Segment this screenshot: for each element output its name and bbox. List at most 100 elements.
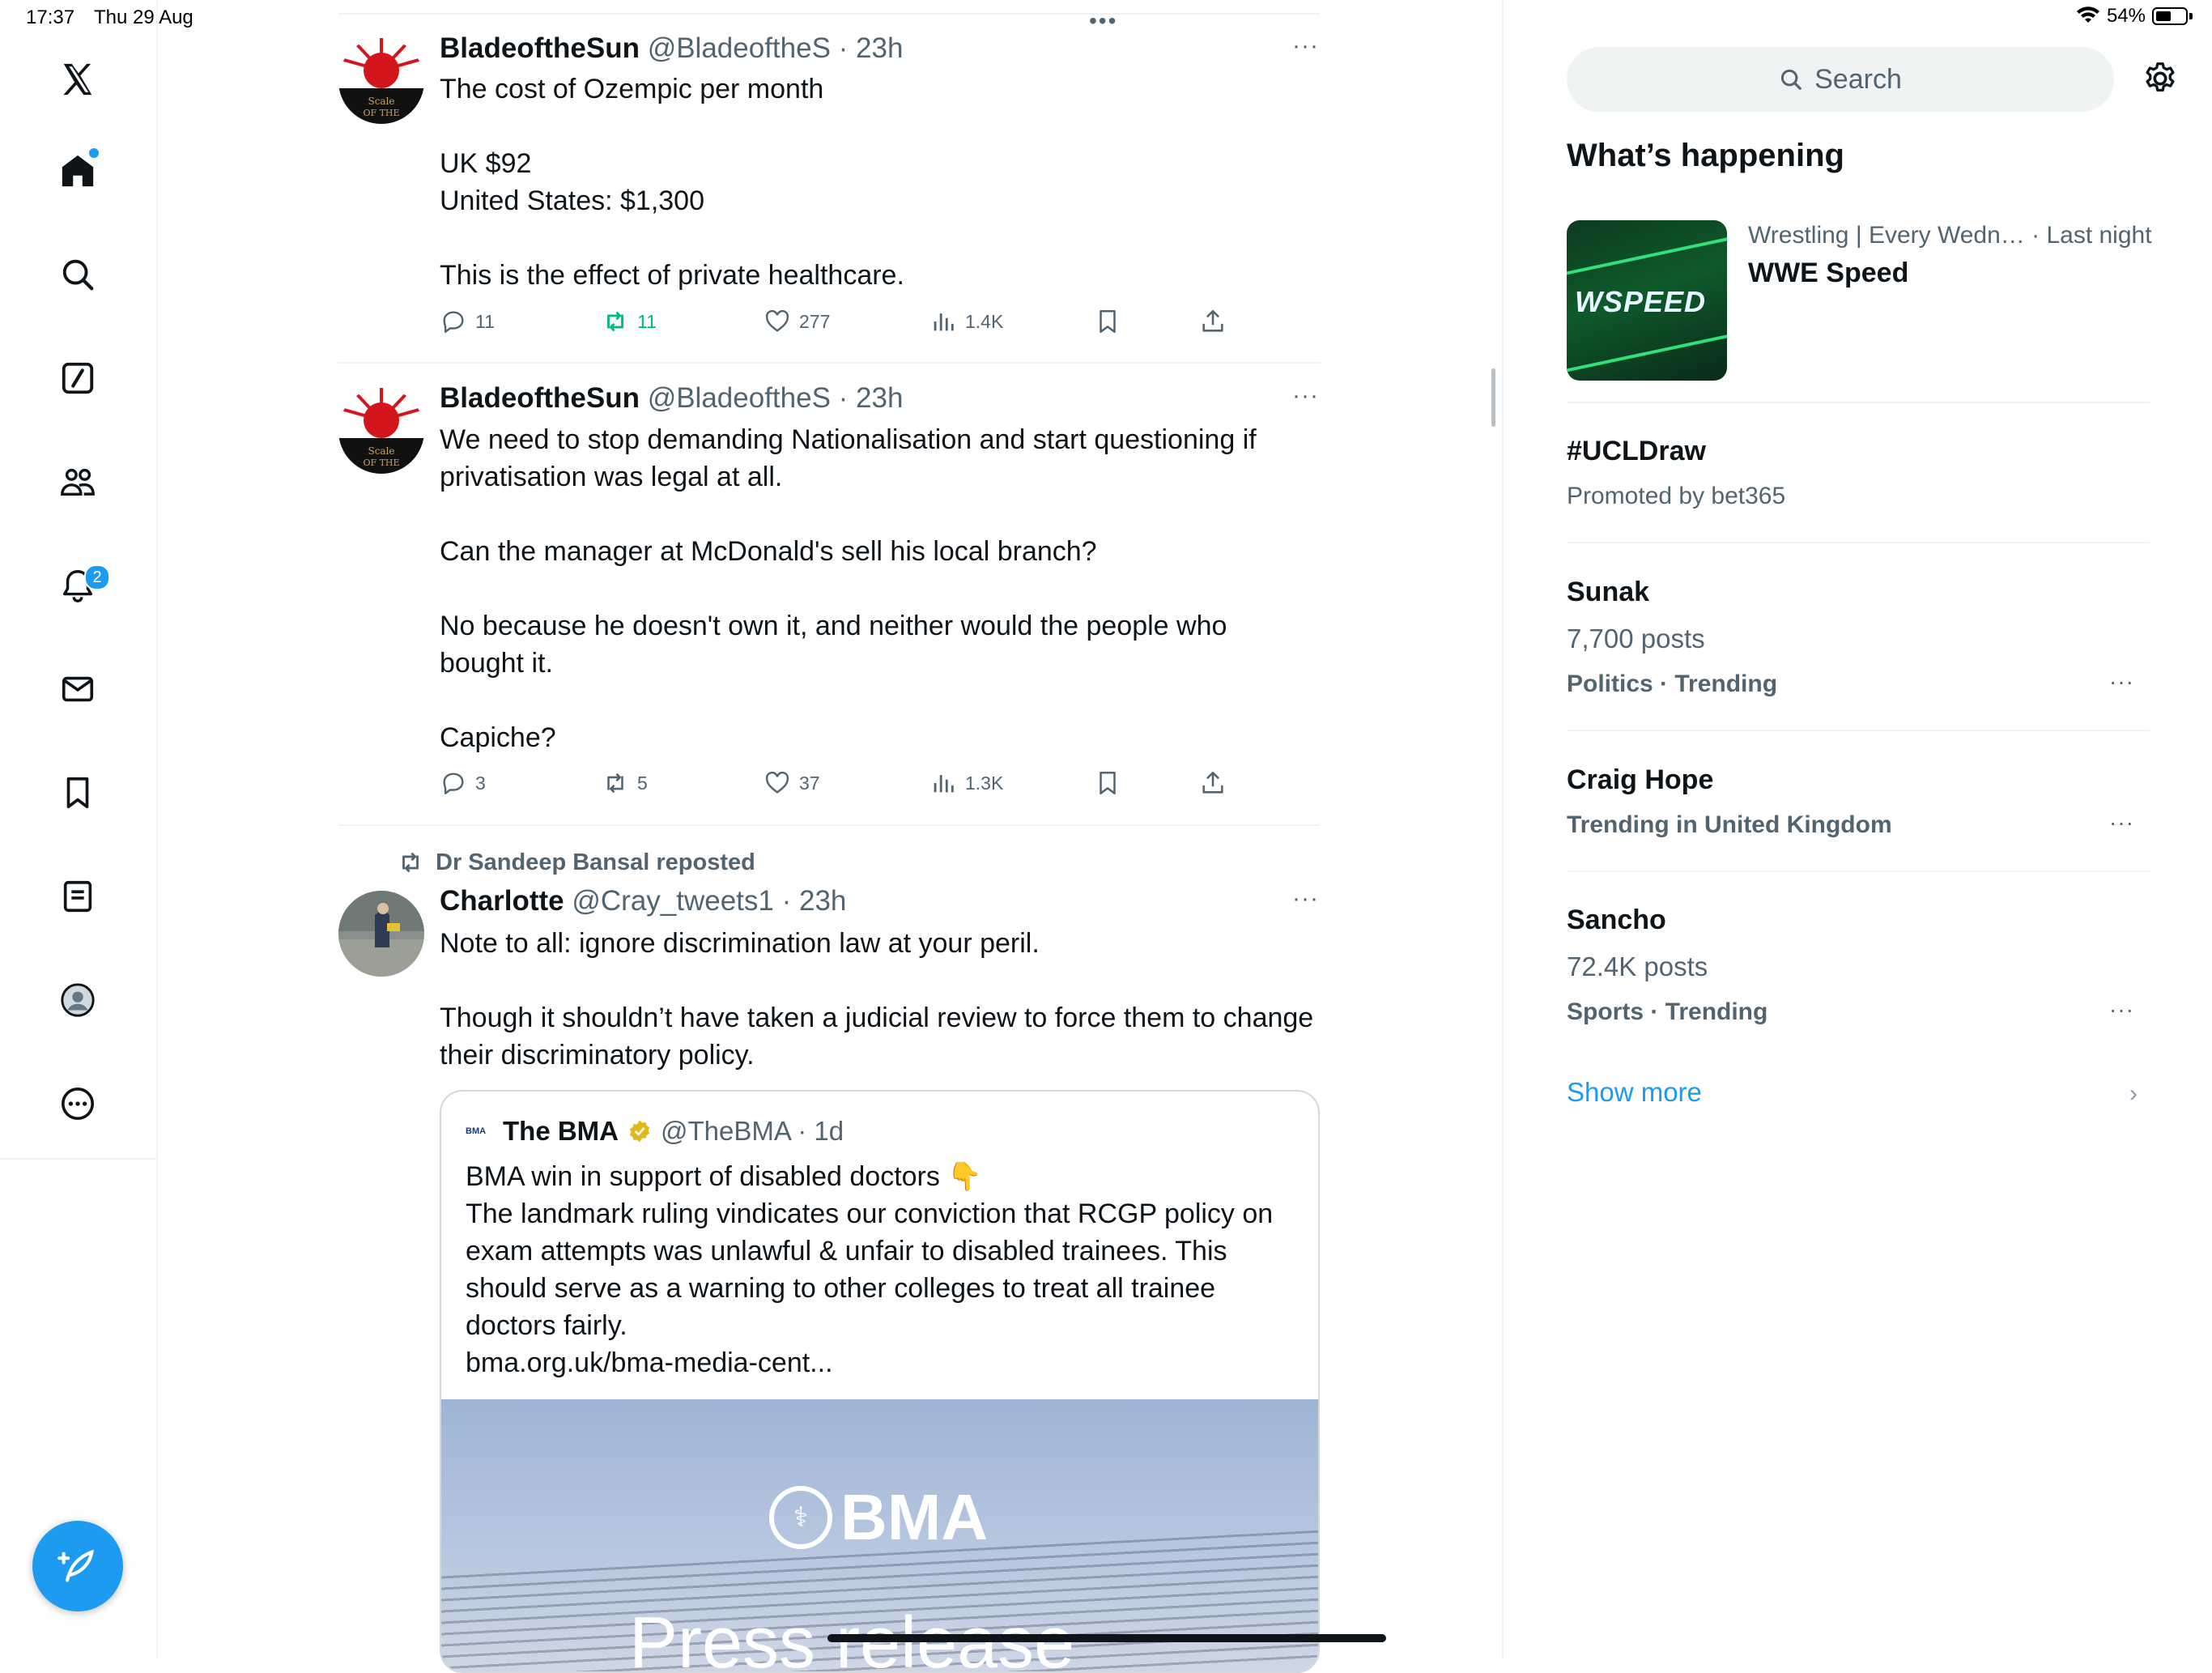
author-handle-time[interactable]: @BladeoftheS · 23h	[648, 32, 904, 64]
trend-category: Sports · Trending	[1567, 998, 1768, 1025]
show-more-link[interactable]: Show more	[1567, 1077, 1702, 1108]
reply-icon	[443, 773, 464, 794]
press-release-image[interactable]: ⚕ BMA Press release	[441, 1399, 1318, 1671]
communities-icon	[61, 468, 95, 496]
post-more-button[interactable]: ···	[1292, 32, 1319, 60]
repost-button[interactable]: 5	[602, 769, 648, 797]
bookmark-button[interactable]	[1094, 308, 1121, 335]
bookmark-icon	[1100, 309, 1116, 334]
compose-post-button[interactable]	[32, 1521, 123, 1611]
like-button[interactable]: 37	[764, 769, 820, 797]
nav-grok[interactable]	[49, 349, 107, 407]
nav-explore[interactable]	[49, 245, 107, 304]
quoted-post-card[interactable]: BMA The BMA @TheBMA · 1d BMA win in supp…	[440, 1090, 1320, 1673]
repost-button[interactable]: 11	[602, 308, 657, 335]
reply-button[interactable]: 3	[440, 769, 486, 797]
battery-percent: 54%	[2106, 5, 2146, 27]
post-header: Charlotte @Cray_tweets1 · 23h	[440, 885, 846, 917]
trend-name[interactable]: Craig Hope	[1567, 764, 1713, 796]
quote-handle-time[interactable]: @TheBMA · 1d	[661, 1116, 844, 1147]
nav-communities[interactable]	[49, 453, 107, 511]
profile-avatar-icon	[61, 983, 95, 1017]
home-unread-dot	[89, 148, 99, 158]
trend-category: Trending in United Kingdom	[1567, 811, 1892, 838]
quote-text: BMA win in support of disabled doctors 👇…	[466, 1161, 1274, 1378]
home-indicator[interactable]	[827, 1634, 1386, 1642]
quote-author-name[interactable]: The BMA	[503, 1116, 619, 1147]
post-more-button[interactable]: ···	[1292, 382, 1319, 410]
nav-lists[interactable]	[49, 867, 107, 926]
split-view-handle[interactable]	[1491, 368, 1495, 427]
author-handle-time[interactable]: @BladeoftheS · 23h	[648, 382, 904, 414]
more-circle-icon	[61, 1087, 95, 1121]
avatar[interactable]: Scale OF THE	[338, 388, 424, 474]
notification-count-badge: 2	[84, 564, 110, 590]
bookmark-button[interactable]	[1094, 769, 1121, 797]
nav-profile[interactable]	[49, 971, 107, 1029]
nav-more[interactable]	[49, 1075, 107, 1133]
svg-text:Scale: Scale	[368, 445, 394, 457]
views-button[interactable]: 1.4K	[929, 308, 1003, 335]
views-button[interactable]: 1.3K	[929, 769, 1003, 797]
post-actions: 3 5 37 1.3K	[440, 769, 1249, 802]
post-divider	[338, 824, 1320, 826]
nav-bookmarks[interactable]	[49, 764, 107, 822]
status-indicators: 54%	[2076, 5, 2193, 28]
author-name[interactable]: BladeoftheSun	[440, 382, 640, 414]
post-actions: 11 11 277 1.4K	[440, 308, 1249, 340]
nav-notifications[interactable]: 2	[49, 556, 110, 615]
trend-post-count: 7,700 posts	[1567, 624, 1705, 653]
trend-name[interactable]: #UCLDraw	[1567, 436, 1706, 467]
compose-feather-icon	[57, 1549, 94, 1582]
bma-small-logo: BMA	[466, 1126, 487, 1136]
list-icon	[63, 880, 92, 913]
post-more-button[interactable]: ···	[1292, 885, 1319, 913]
trend-divider	[1567, 871, 2150, 872]
post-divider	[338, 362, 1320, 364]
views-bar-chart-icon	[934, 775, 954, 793]
search-icon	[62, 259, 94, 291]
author-handle-time[interactable]: @Cray_tweets1 · 23h	[572, 885, 846, 917]
search-icon	[1781, 69, 1802, 90]
reply-button[interactable]: 11	[440, 308, 495, 335]
feed-top-divider	[338, 13, 1320, 15]
author-name[interactable]: BladeoftheSun	[440, 32, 640, 64]
whats-happening-title: What’s happening	[1567, 138, 1844, 173]
avatar[interactable]	[338, 891, 424, 977]
repost-icon	[607, 773, 623, 794]
trend-name[interactable]: WWE Speed	[1748, 258, 1908, 289]
share-button[interactable]	[1199, 308, 1227, 335]
trend-thumbnail[interactable]: WSPEED	[1567, 220, 1727, 381]
bookmark-icon	[66, 777, 89, 809]
trend-more-button[interactable]: ···	[2109, 997, 2134, 1023]
repost-attribution[interactable]: Dr Sandeep Bansal reposted	[397, 849, 755, 876]
trend-more-button[interactable]: ···	[2109, 810, 2134, 836]
left-navigation: 2	[0, 0, 158, 1160]
repost-label: Dr Sandeep Bansal reposted	[436, 849, 755, 875]
home-icon	[62, 155, 94, 187]
gear-icon[interactable]	[2142, 60, 2179, 97]
avatar[interactable]: Scale OF THE	[338, 38, 424, 124]
x-logo-icon[interactable]	[49, 50, 107, 109]
view-count: 1.4K	[965, 310, 1004, 332]
trend-more-button[interactable]: ···	[2109, 669, 2134, 695]
search-placeholder: Search	[1814, 63, 1902, 95]
wifi-icon	[2076, 6, 2099, 23]
nav-home[interactable]	[49, 142, 107, 200]
share-button[interactable]	[1199, 769, 1227, 797]
trend-divider	[1567, 542, 2150, 543]
author-name[interactable]: Charlotte	[440, 885, 564, 917]
svg-text:Scale: Scale	[368, 96, 394, 107]
search-input[interactable]: Search	[1567, 47, 2114, 112]
like-button[interactable]: 277	[764, 308, 830, 335]
trend-divider	[1567, 402, 2150, 403]
trend-name[interactable]: Sancho	[1567, 905, 1666, 936]
post-header: BladeoftheSun @BladeoftheS · 23h	[440, 382, 903, 415]
nav-messages[interactable]	[49, 660, 107, 718]
chevron-right-icon[interactable]: ›	[2129, 1080, 2138, 1108]
heart-icon	[765, 771, 789, 794]
trend-name[interactable]: Sunak	[1567, 577, 1649, 608]
view-count: 1.3K	[965, 772, 1004, 794]
multitask-dots[interactable]: •••	[1089, 8, 1117, 34]
trend-post-count: 72.4K posts	[1567, 951, 1708, 981]
